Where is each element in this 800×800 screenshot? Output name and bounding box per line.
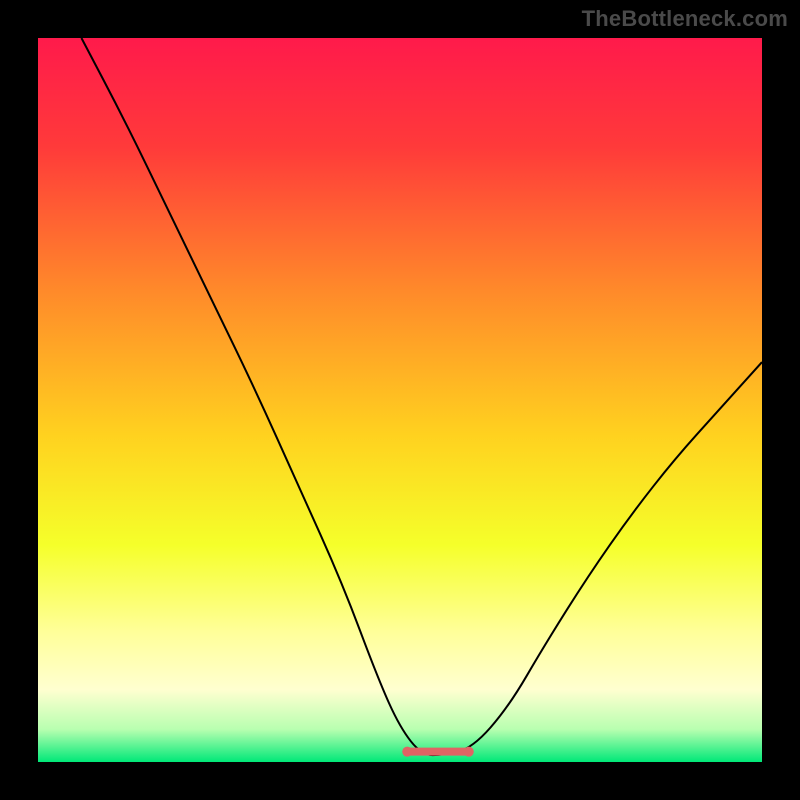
plot-area — [38, 38, 762, 762]
gradient-background — [38, 38, 762, 762]
watermark-text: TheBottleneck.com — [582, 6, 788, 32]
optimal-band-marker — [402, 747, 474, 757]
chart-container: TheBottleneck.com — [0, 0, 800, 800]
bottleneck-chart — [38, 38, 762, 762]
